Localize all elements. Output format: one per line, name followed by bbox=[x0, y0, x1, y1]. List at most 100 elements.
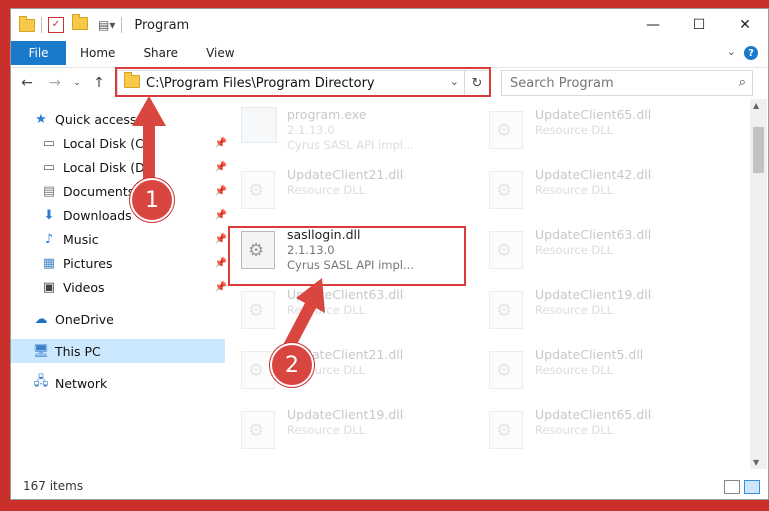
file-type: Resource DLL bbox=[287, 423, 366, 437]
expand-ribbon-icon[interactable]: ⌄ bbox=[727, 45, 736, 58]
sidebar-item-onedrive[interactable]: ☁ OneDrive bbox=[11, 307, 225, 331]
file-type: Resource DLL bbox=[535, 123, 614, 137]
file-type: Resource DLL bbox=[535, 423, 614, 437]
scroll-up-icon[interactable]: ▲ bbox=[753, 101, 759, 110]
separator bbox=[41, 17, 42, 33]
properties-icon[interactable]: ✓ bbox=[48, 17, 64, 33]
file-name: UpdateClient19.dll bbox=[535, 287, 652, 302]
tab-share[interactable]: Share bbox=[129, 46, 192, 60]
documents-icon: ▤ bbox=[42, 183, 56, 199]
sidebar-item-pictures[interactable]: ▦ Pictures 📌 bbox=[11, 251, 233, 275]
music-icon: ♪ bbox=[44, 231, 54, 247]
address-highlight bbox=[115, 67, 491, 97]
sidebar-item-music[interactable]: ♪ Music 📌 bbox=[11, 227, 233, 251]
tab-home[interactable]: Home bbox=[66, 46, 129, 60]
drive-icon: ▭ bbox=[42, 135, 56, 151]
sidebar-item-label: Network bbox=[55, 375, 108, 391]
folder-icon bbox=[19, 16, 35, 35]
sidebar-item-local-disk-d[interactable]: ▭ Local Disk (D:) 📌 bbox=[11, 155, 233, 179]
help-icon[interactable]: ? bbox=[744, 46, 758, 60]
dll-icon bbox=[489, 291, 523, 329]
search-box[interactable]: ⌕ bbox=[501, 70, 753, 96]
details-view-icon[interactable] bbox=[724, 480, 740, 494]
ribbon-tabs: File Home Share View ⌄ ? bbox=[11, 41, 768, 65]
sidebar-item-label: OneDrive bbox=[55, 311, 114, 327]
search-input[interactable] bbox=[508, 74, 712, 92]
dll-icon bbox=[241, 411, 275, 449]
status-bar: 167 items bbox=[11, 475, 768, 497]
sidebar-item-local-disk-c[interactable]: ▭ Local Disk (C:) 📌 bbox=[11, 131, 233, 155]
sidebar-item-downloads[interactable]: ⬇ Downloads 📌 bbox=[11, 203, 233, 227]
file-item[interactable]: UpdateClient5.dll Resource DLL bbox=[479, 345, 709, 395]
file-item[interactable]: UpdateClient19.dll Resource DLL bbox=[479, 285, 709, 335]
file-description: Cyrus SASL API impl... bbox=[287, 138, 414, 152]
cloud-icon: ☁ bbox=[34, 311, 48, 327]
sidebar-item-network[interactable]: 🖧 Network bbox=[11, 371, 225, 395]
sidebar-item-quick-access[interactable]: ★ Quick access bbox=[11, 107, 225, 131]
close-button[interactable]: ✕ bbox=[722, 9, 768, 41]
exe-icon bbox=[241, 107, 277, 143]
file-type: Resource DLL bbox=[287, 303, 366, 317]
sidebar-item-label: Documents bbox=[63, 183, 135, 199]
sidebar-item-label: Local Disk (C:) bbox=[63, 135, 153, 151]
dll-icon bbox=[489, 231, 523, 269]
file-name: UpdateClient21.dll bbox=[287, 167, 404, 182]
file-item[interactable]: UpdateClient42.dll Resource DLL bbox=[479, 165, 709, 215]
sidebar-item-label: Quick access bbox=[55, 111, 137, 127]
computer-icon: 🖥 bbox=[32, 343, 50, 359]
step2-badge: 2 bbox=[270, 343, 314, 387]
up-button[interactable]: ↑ bbox=[89, 73, 109, 93]
back-button[interactable]: ← bbox=[17, 73, 37, 93]
tab-view[interactable]: View bbox=[192, 46, 248, 60]
file-item[interactable]: UpdateClient21.dll Resource DLL bbox=[231, 345, 461, 395]
maximize-button[interactable]: ☐ bbox=[676, 9, 722, 41]
sidebar-item-documents[interactable]: ▤ Documents 📌 bbox=[11, 179, 233, 203]
file-item[interactable]: UpdateClient65.dll Resource DLL bbox=[479, 105, 709, 155]
sidebar-item-videos[interactable]: ▣ Videos 📌 bbox=[11, 275, 233, 299]
minimize-button[interactable]: — bbox=[630, 9, 676, 41]
videos-icon: ▣ bbox=[42, 279, 56, 295]
search-icon: ⌕ bbox=[738, 75, 746, 90]
vertical-scrollbar[interactable]: ▲ ▼ bbox=[750, 99, 767, 469]
customize-toolbar-icon[interactable]: ▤▾ bbox=[98, 18, 115, 32]
dll-icon bbox=[489, 411, 523, 449]
dll-icon bbox=[489, 351, 523, 389]
sidebar-item-this-pc[interactable]: 🖥 This PC bbox=[11, 339, 225, 363]
file-type: Resource DLL bbox=[287, 183, 366, 197]
scroll-down-icon[interactable]: ▼ bbox=[753, 458, 759, 467]
sidebar-item-label: Music bbox=[63, 231, 99, 247]
separator bbox=[121, 17, 123, 33]
file-item[interactable]: UpdateClient65.dll Resource DLL bbox=[479, 405, 709, 455]
step1-badge: 1 bbox=[130, 178, 174, 222]
scrollbar-thumb[interactable] bbox=[753, 127, 764, 173]
file-item[interactable]: UpdateClient63.dll Resource DLL bbox=[479, 225, 709, 275]
forward-button[interactable]: → bbox=[45, 73, 65, 93]
sidebar-item-label: This PC bbox=[55, 343, 101, 359]
file-item[interactable]: UpdateClient19.dll Resource DLL bbox=[231, 405, 461, 455]
dll-icon bbox=[489, 171, 523, 209]
file-item[interactable]: program.exe 2.1.13.0 Cyrus SASL API impl… bbox=[231, 105, 461, 155]
sidebar-item-label: Videos bbox=[63, 279, 105, 295]
file-item[interactable]: UpdateClient63.dll Resource DLL bbox=[231, 285, 461, 335]
sidebar-item-label: Local Disk (D:) bbox=[63, 159, 154, 175]
dll-icon bbox=[489, 111, 523, 149]
network-icon: 🖧 bbox=[33, 374, 49, 389]
file-name: UpdateClient65.dll bbox=[535, 107, 652, 122]
file-name: UpdateClient63.dll bbox=[535, 227, 652, 242]
pictures-icon: ▦ bbox=[42, 255, 56, 271]
file-type: Resource DLL bbox=[535, 243, 614, 257]
navigation-pane: ★ Quick access ▭ Local Disk (C:) 📌 ▭ Loc… bbox=[11, 99, 227, 469]
new-folder-icon[interactable] bbox=[72, 14, 88, 33]
file-highlight bbox=[228, 226, 466, 286]
file-item[interactable]: UpdateClient21.dll Resource DLL bbox=[231, 165, 461, 215]
dll-icon bbox=[241, 171, 275, 209]
tab-file[interactable]: File bbox=[11, 41, 66, 65]
file-name: UpdateClient63.dll bbox=[287, 287, 404, 302]
file-type: Resource DLL bbox=[535, 303, 614, 317]
file-type: Resource DLL bbox=[535, 363, 614, 377]
recent-locations-icon[interactable]: ⌄ bbox=[67, 73, 87, 93]
tiles-view-icon[interactable] bbox=[744, 480, 760, 494]
star-icon: ★ bbox=[35, 111, 47, 127]
title-bar: ✓ ▤▾ Program — ☐ ✕ bbox=[11, 9, 768, 41]
file-name: UpdateClient42.dll bbox=[535, 167, 652, 182]
